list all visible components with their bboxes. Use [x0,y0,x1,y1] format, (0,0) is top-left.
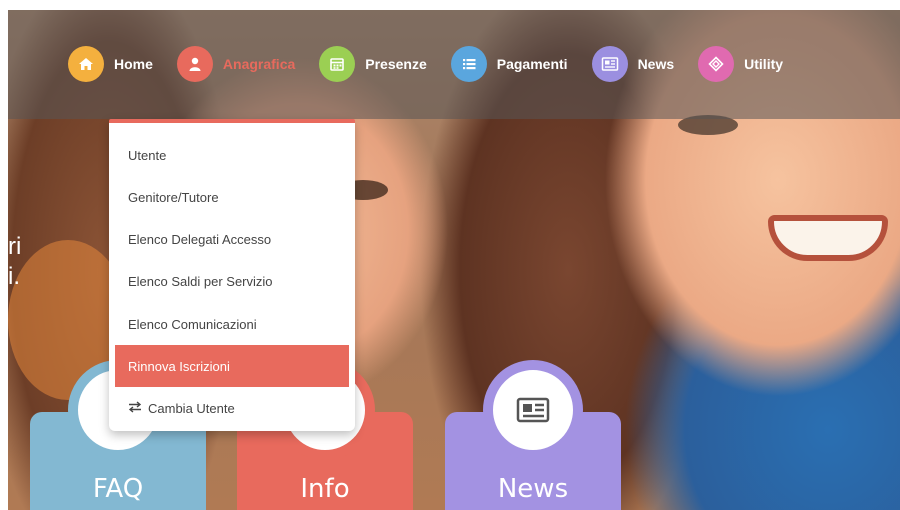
main-nav: Home Anagrafica Presenze Pagamenti News … [68,46,807,82]
faq-card-label: FAQ [92,474,144,504]
stage: ri i. FAQ Info News Home Anagrafica Pres… [8,10,900,510]
menu-item-label: Elenco Saldi per Servizio [128,273,273,289]
nav-item-label: Utility [744,56,784,72]
nav-item-label: Presenze [365,56,427,72]
menu-item-genitore-tutore[interactable]: Genitore/Tutore [115,176,349,218]
nav-item-label: Home [114,56,153,72]
nav-item-label: News [637,56,675,72]
nav-item-presenze[interactable]: Presenze [319,46,427,82]
menu-item-cambia-utente[interactable]: Cambia Utente [115,387,349,429]
hero-text-line: ri [8,233,22,260]
top-navbar: Home Anagrafica Presenze Pagamenti News … [8,10,900,119]
anagrafica-dropdown-menu: Utente Genitore/Tutore Elenco Delegati A… [109,119,355,431]
menu-item-label: Rinnova Iscrizioni [128,358,230,374]
nav-item-home[interactable]: Home [68,46,153,82]
menu-item-label: Elenco Delegati Accesso [128,231,272,247]
menu-item-label: Cambia Utente [148,400,235,416]
menu-item-utente[interactable]: Utente [115,134,349,176]
news-card-label: News [497,474,569,504]
menu-item-elenco-saldi-per-servizio[interactable]: Elenco Saldi per Servizio [115,260,349,302]
nav-item-label: Pagamenti [496,56,568,72]
nav-item-label: Anagrafica [222,56,296,72]
news-card[interactable]: News [445,360,621,510]
user-icon [176,46,213,82]
newspaper-icon [591,46,628,82]
menu-item-label: Elenco Comunicazioni [128,316,257,332]
hero-photo-detail [768,215,888,261]
nav-item-utility[interactable]: Utility [698,46,783,82]
newspaper-icon [493,370,573,450]
nav-item-news[interactable]: News [591,46,675,82]
menu-item-elenco-delegati-accesso[interactable]: Elenco Delegati Accesso [115,218,349,260]
menu-item-label: Utente [128,147,167,163]
hero-text-fragment: ri i. [8,232,21,292]
news-card-circle [483,360,583,460]
hero-text-line: i. [8,263,20,290]
nav-item-anagrafica[interactable]: Anagrafica [176,46,296,82]
home-icon [68,46,104,82]
diamond-icon [698,46,735,82]
menu-item-label: Genitore/Tutore [128,189,219,205]
nav-item-pagamenti[interactable]: Pagamenti [450,46,568,82]
info-card-label: Info [300,474,350,504]
swap-icon [128,400,142,416]
calendar-icon [319,46,356,82]
menu-item-elenco-comunicazioni[interactable]: Elenco Comunicazioni [115,303,349,345]
list-icon [450,46,487,82]
menu-item-rinnova-iscrizioni[interactable]: Rinnova Iscrizioni [115,345,349,387]
